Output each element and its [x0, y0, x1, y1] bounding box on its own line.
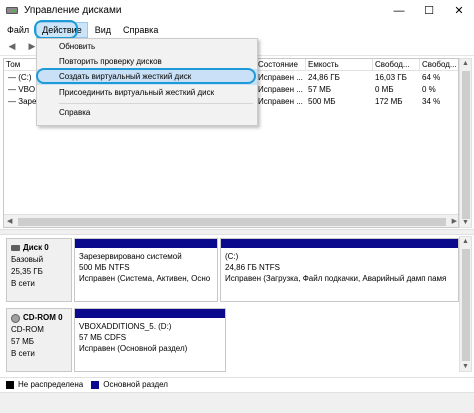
- back-arrow-icon[interactable]: ◀: [4, 40, 20, 54]
- scroll-left-icon[interactable]: ◀: [7, 217, 12, 225]
- partition-c[interactable]: (C:) 24,86 ГБ NTFS Исправен (Загрузка, Ф…: [220, 238, 459, 302]
- disk-name: CD-ROM 0: [23, 313, 63, 322]
- scrollbar-thumb[interactable]: [462, 71, 470, 219]
- menu-action-highlight-ring: [34, 20, 78, 39]
- maximize-button[interactable]: ☐: [414, 0, 444, 21]
- disk-type: Базовый: [11, 255, 44, 264]
- menu-separator: [59, 103, 253, 104]
- scroll-down-icon[interactable]: ▼: [462, 363, 469, 370]
- partition-size: 24,86 ГБ NTFS: [225, 263, 280, 272]
- legend-unallocated: Не распределена: [18, 380, 84, 389]
- partition-size: 500 МБ NTFS: [79, 263, 130, 272]
- volume-free: 0 МБ: [375, 85, 394, 94]
- disk-0-label[interactable]: Диск 0 Базовый 25,35 ГБ В сети: [6, 238, 72, 302]
- close-button[interactable]: ✕: [444, 0, 474, 21]
- partition-name: VBOXADDITIONS_5. (D:): [79, 322, 172, 331]
- menu-help[interactable]: Справка: [118, 23, 163, 37]
- minimize-button[interactable]: —: [384, 0, 414, 21]
- column-header-free-pct[interactable]: Свобод...: [420, 59, 458, 71]
- disk-status: В сети: [11, 349, 35, 358]
- volume-free: 16,03 ГБ: [375, 73, 407, 82]
- partition-d[interactable]: VBOXADDITIONS_5. (D:) 57 МБ CDFS Исправе…: [74, 308, 226, 372]
- title-bar: Управление дисками — ☐ ✕: [0, 0, 474, 21]
- partition-size: 57 МБ CDFS: [79, 333, 127, 342]
- disk-status: В сети: [11, 279, 35, 288]
- scroll-down-icon[interactable]: ▼: [462, 219, 469, 226]
- volume-name: — Заре: [8, 97, 37, 106]
- partition-status: Исправен (Основной раздел): [79, 344, 188, 353]
- column-header-free[interactable]: Свобод...: [373, 59, 420, 71]
- volume-name: — VBO: [8, 85, 36, 94]
- partition-name: Зарезервировано системой: [79, 252, 182, 261]
- scrollbar-thumb[interactable]: [462, 249, 470, 361]
- unallocated-swatch: [6, 380, 14, 389]
- partition-system-reserved[interactable]: Зарезервировано системой 500 МБ NTFS Исп…: [74, 238, 218, 302]
- volume-free: 172 МБ: [375, 97, 403, 106]
- volume-name: — (C:): [8, 73, 32, 82]
- disk-management-icon: [6, 4, 18, 16]
- volume-state: Исправен ...: [258, 73, 303, 82]
- cd-rom-icon: [11, 313, 20, 323]
- menu-item-help[interactable]: Справка: [37, 105, 257, 121]
- column-header-capacity[interactable]: Емкость: [306, 59, 373, 71]
- legend-primary-partition: Основной раздел: [103, 380, 168, 389]
- scroll-right-icon[interactable]: ▶: [452, 217, 457, 225]
- create-vhd-highlight-ring: [36, 68, 256, 84]
- partition-status: Исправен (Загрузка, Файл подкачки, Авари…: [225, 274, 447, 283]
- partition-status: Исправен (Система, Активен, Осно: [79, 274, 211, 283]
- window-title: Управление дисками: [24, 4, 122, 16]
- scroll-up-icon[interactable]: ▲: [462, 60, 469, 67]
- primary-partition-swatch: [91, 380, 100, 389]
- volume-free-pct: 34 %: [422, 97, 441, 106]
- volume-list-vertical-scrollbar[interactable]: ▲ ▼: [459, 58, 472, 228]
- disk-pane: Диск 0 Базовый 25,35 ГБ В сети Зарезерви…: [3, 236, 459, 372]
- disk-name: Диск 0: [23, 243, 49, 252]
- volume-free-pct: 64 %: [422, 73, 441, 82]
- menu-file[interactable]: Файл: [2, 23, 34, 37]
- volume-list-horizontal-scrollbar[interactable]: ◀ ▶: [4, 214, 458, 227]
- volume-free-pct: 0 %: [422, 85, 436, 94]
- disk-size: 25,35 ГБ: [11, 267, 43, 276]
- volume-state: Исправен ...: [258, 85, 303, 94]
- column-header-state[interactable]: Состояние: [256, 59, 306, 71]
- status-bar: [0, 392, 474, 413]
- menu-item-attach-vhd[interactable]: Присоединить виртуальный жесткий диск: [37, 85, 257, 101]
- volume-state: Исправен ...: [258, 97, 303, 106]
- pane-splitter[interactable]: [0, 229, 474, 235]
- scrollbar-thumb[interactable]: [18, 218, 446, 226]
- legend: Не распределена Основной раздел: [0, 377, 474, 391]
- hard-disk-icon: [11, 245, 20, 251]
- disk-size: 57 МБ: [11, 337, 35, 346]
- disk-type: CD-ROM: [11, 325, 44, 334]
- volume-capacity: 24,86 ГБ: [308, 73, 340, 82]
- scroll-up-icon[interactable]: ▲: [462, 238, 469, 245]
- volume-capacity: 500 МБ: [308, 97, 336, 106]
- menu-view[interactable]: Вид: [90, 23, 116, 37]
- volume-capacity: 57 МБ: [308, 85, 332, 94]
- partition-name: (C:): [225, 252, 239, 261]
- disk-pane-vertical-scrollbar[interactable]: ▲ ▼: [459, 236, 472, 372]
- menu-item-refresh[interactable]: Обновить: [37, 39, 257, 55]
- cdrom-0-label[interactable]: CD-ROM 0 CD-ROM 57 МБ В сети: [6, 308, 72, 372]
